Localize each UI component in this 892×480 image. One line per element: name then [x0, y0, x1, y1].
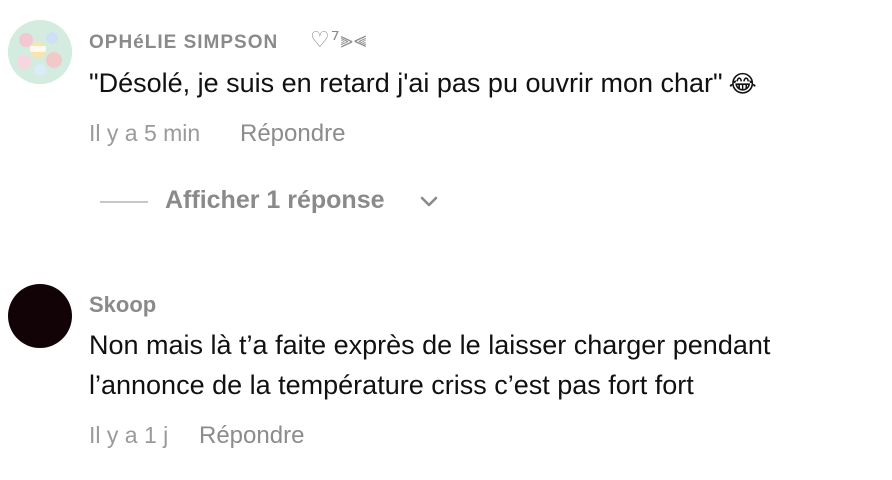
comment-timestamp: Il y a 5 min	[89, 120, 201, 146]
comment-timestamp: Il y a 1 j	[89, 422, 169, 448]
replies-divider	[100, 201, 148, 203]
comment-text: "Désolé, je suis en retard j'ai pas pu o…	[89, 63, 757, 104]
comment-username[interactable]: OPHéLIE SIMPSON	[89, 32, 278, 54]
laughing-emoji-icon: 😂	[728, 70, 757, 98]
view-replies-button[interactable]: Afficher 1 réponse	[165, 186, 385, 215]
comment-text-body: "Désolé, je suis en retard j'ai pas pu o…	[89, 68, 723, 98]
comments-section: OPHéLIE SIMPSON ♡⁷⫸⫷ "Désolé, je suis en…	[0, 0, 892, 480]
comment-text-line: Non mais là t’a faite exprès de le laiss…	[89, 330, 771, 360]
comment-text-line: l’annonce de la température criss c’est …	[89, 370, 694, 400]
comment-text: Non mais là t’a faite exprès de le laiss…	[89, 325, 770, 405]
avatar[interactable]	[8, 20, 72, 84]
reply-button[interactable]: Répondre	[199, 422, 304, 450]
username-decoration: ♡⁷⫸⫷	[310, 28, 368, 53]
chevron-down-icon[interactable]	[418, 190, 440, 212]
avatar[interactable]	[8, 284, 72, 348]
comment-username[interactable]: Skoop	[89, 292, 156, 318]
reply-button[interactable]: Répondre	[240, 120, 345, 148]
